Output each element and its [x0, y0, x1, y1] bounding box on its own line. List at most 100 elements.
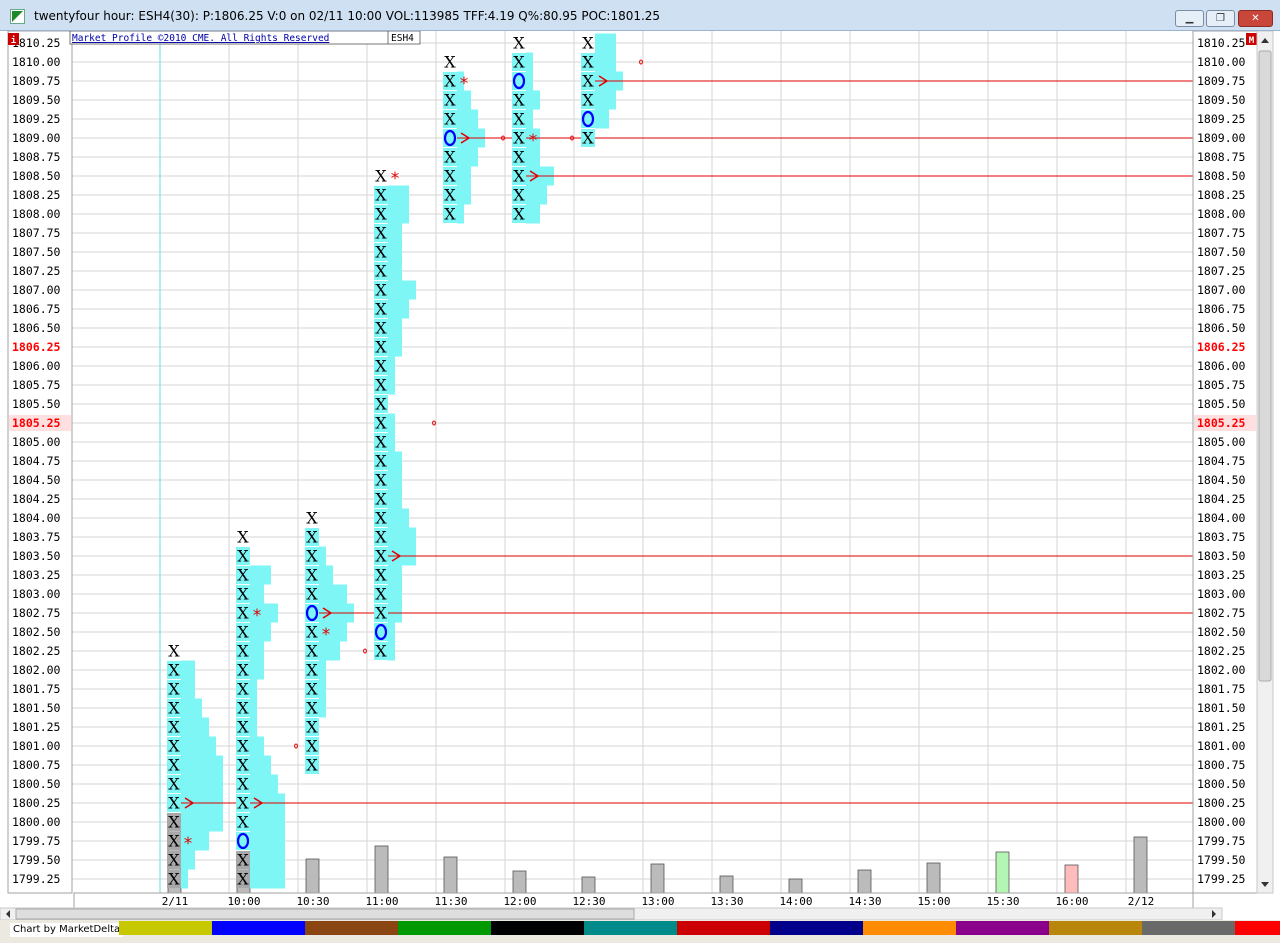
profile-letter: X [237, 870, 249, 889]
price-label: 1800.50 [12, 777, 61, 791]
profile-letter: X [444, 148, 456, 167]
profile-letter: X [237, 813, 249, 832]
letter-color-swatch[interactable] [212, 921, 305, 935]
price-label: 1801.00 [12, 739, 61, 753]
price-label: 1799.50 [12, 853, 61, 867]
time-label: 14:00 [779, 895, 812, 908]
marketdelta-app-icon [10, 9, 25, 24]
price-label: 1807.75 [1197, 226, 1245, 240]
price-label: 1809.25 [1197, 112, 1245, 126]
volume-bar [788, 878, 803, 894]
time-label: 11:00 [365, 895, 398, 908]
letter-color-swatch[interactable] [770, 921, 863, 935]
letter-color-swatch[interactable] [956, 921, 1049, 935]
star-marker-icon: * [253, 606, 262, 626]
window-titlebar[interactable]: twentyfour hour: ESH4(30): P:1806.25 V:0… [0, 0, 1280, 31]
profile-letter: X [237, 585, 249, 604]
price-label: 1806.50 [12, 321, 61, 335]
market-profile-chart[interactable]: XXXXXXXXXXXXXXXXXXXXXXXXXXXXXXXXXXXXXXXX… [0, 31, 1280, 920]
price-label: 1804.50 [1197, 473, 1246, 487]
time-label: 11:30 [434, 895, 467, 908]
horizontal-scrollbar-thumb[interactable] [15, 908, 635, 920]
price-label: 1800.00 [12, 815, 61, 829]
profile-letter: X [306, 566, 318, 585]
price-label: 1800.75 [12, 758, 60, 772]
vertical-scrollbar-thumb[interactable] [1258, 50, 1272, 682]
profile-letter: X [582, 91, 594, 110]
profile-bar [457, 204, 464, 224]
profile-letter: X [582, 129, 594, 148]
time-label: 10:00 [227, 895, 260, 908]
profile-bar [388, 261, 402, 281]
profile-letter: X [168, 870, 180, 889]
profile-bar [388, 375, 395, 395]
price-label: 1802.75 [12, 606, 60, 620]
maximize-button[interactable]: ❐ [1206, 10, 1235, 27]
profile-letter: X [375, 167, 387, 186]
letter-color-swatch[interactable] [398, 921, 491, 935]
profile-letter: X [513, 34, 525, 53]
profile-bar [181, 679, 195, 699]
profile-letter: X [582, 34, 594, 53]
price-label: 1809.00 [12, 131, 61, 145]
price-label: 1805.50 [12, 397, 61, 411]
profile-bar [250, 755, 271, 775]
letter-color-legend[interactable] [119, 921, 1280, 935]
price-label: 1801.00 [1197, 739, 1246, 753]
price-label: 1803.75 [12, 530, 60, 544]
letter-color-swatch[interactable] [1235, 921, 1280, 935]
profile-letter: X [306, 661, 318, 680]
price-label: 1799.25 [12, 872, 60, 886]
price-label: 1810.00 [1197, 55, 1246, 69]
profile-bar [388, 356, 395, 376]
letter-color-swatch[interactable] [584, 921, 677, 935]
letter-color-swatch[interactable] [1142, 921, 1235, 935]
profile-letter: X [375, 433, 387, 452]
letter-color-swatch[interactable] [119, 921, 212, 935]
profile-letter: X [237, 794, 249, 813]
profile-bar [250, 698, 257, 718]
profile-bar [319, 546, 326, 566]
letter-color-swatch[interactable] [863, 921, 956, 935]
price-label: 1810.25 [1197, 36, 1245, 50]
minimize-button[interactable]: ▁ [1175, 10, 1204, 27]
price-label: 1809.25 [12, 112, 60, 126]
profile-letter: X [168, 718, 180, 737]
close-button[interactable]: ✕ [1238, 10, 1273, 27]
volume-bar [581, 876, 596, 894]
price-label: 1800.25 [12, 796, 60, 810]
profile-bar [388, 584, 402, 604]
profile-bar [181, 698, 202, 718]
price-label: 1803.25 [1197, 568, 1245, 582]
letter-color-swatch[interactable] [1049, 921, 1142, 935]
profile-letter: X [513, 110, 525, 129]
price-label: 1803.75 [1197, 530, 1245, 544]
profile-letter: X [444, 91, 456, 110]
profile-letter: X [375, 186, 387, 205]
profile-letter: X [168, 756, 180, 775]
profile-bar [388, 318, 402, 338]
profile-bar [181, 755, 223, 775]
profile-letter: X [375, 642, 387, 661]
price-label: 1799.50 [1197, 853, 1246, 867]
letter-color-swatch[interactable] [305, 921, 398, 935]
profile-letter: X [168, 775, 180, 794]
letter-color-swatch[interactable] [491, 921, 584, 935]
profile-letter: X [375, 224, 387, 243]
profile-letter: X [306, 699, 318, 718]
profile-letter: X [306, 585, 318, 604]
profile-bar [250, 660, 264, 680]
price-label: 1805.00 [1197, 435, 1246, 449]
profile-bar [595, 109, 609, 129]
letter-color-swatch[interactable] [677, 921, 770, 935]
price-label: 1809.00 [1197, 131, 1246, 145]
price-label: 1801.50 [12, 701, 61, 715]
profile-bar [388, 299, 409, 319]
profile-letter: X [375, 585, 387, 604]
time-label: 15:30 [986, 895, 1019, 908]
price-label: 1803.50 [1197, 549, 1246, 563]
price-label: 1808.75 [12, 150, 60, 164]
price-label: 1799.75 [1197, 834, 1245, 848]
profile-letter: X [444, 186, 456, 205]
time-label: 12:30 [572, 895, 605, 908]
